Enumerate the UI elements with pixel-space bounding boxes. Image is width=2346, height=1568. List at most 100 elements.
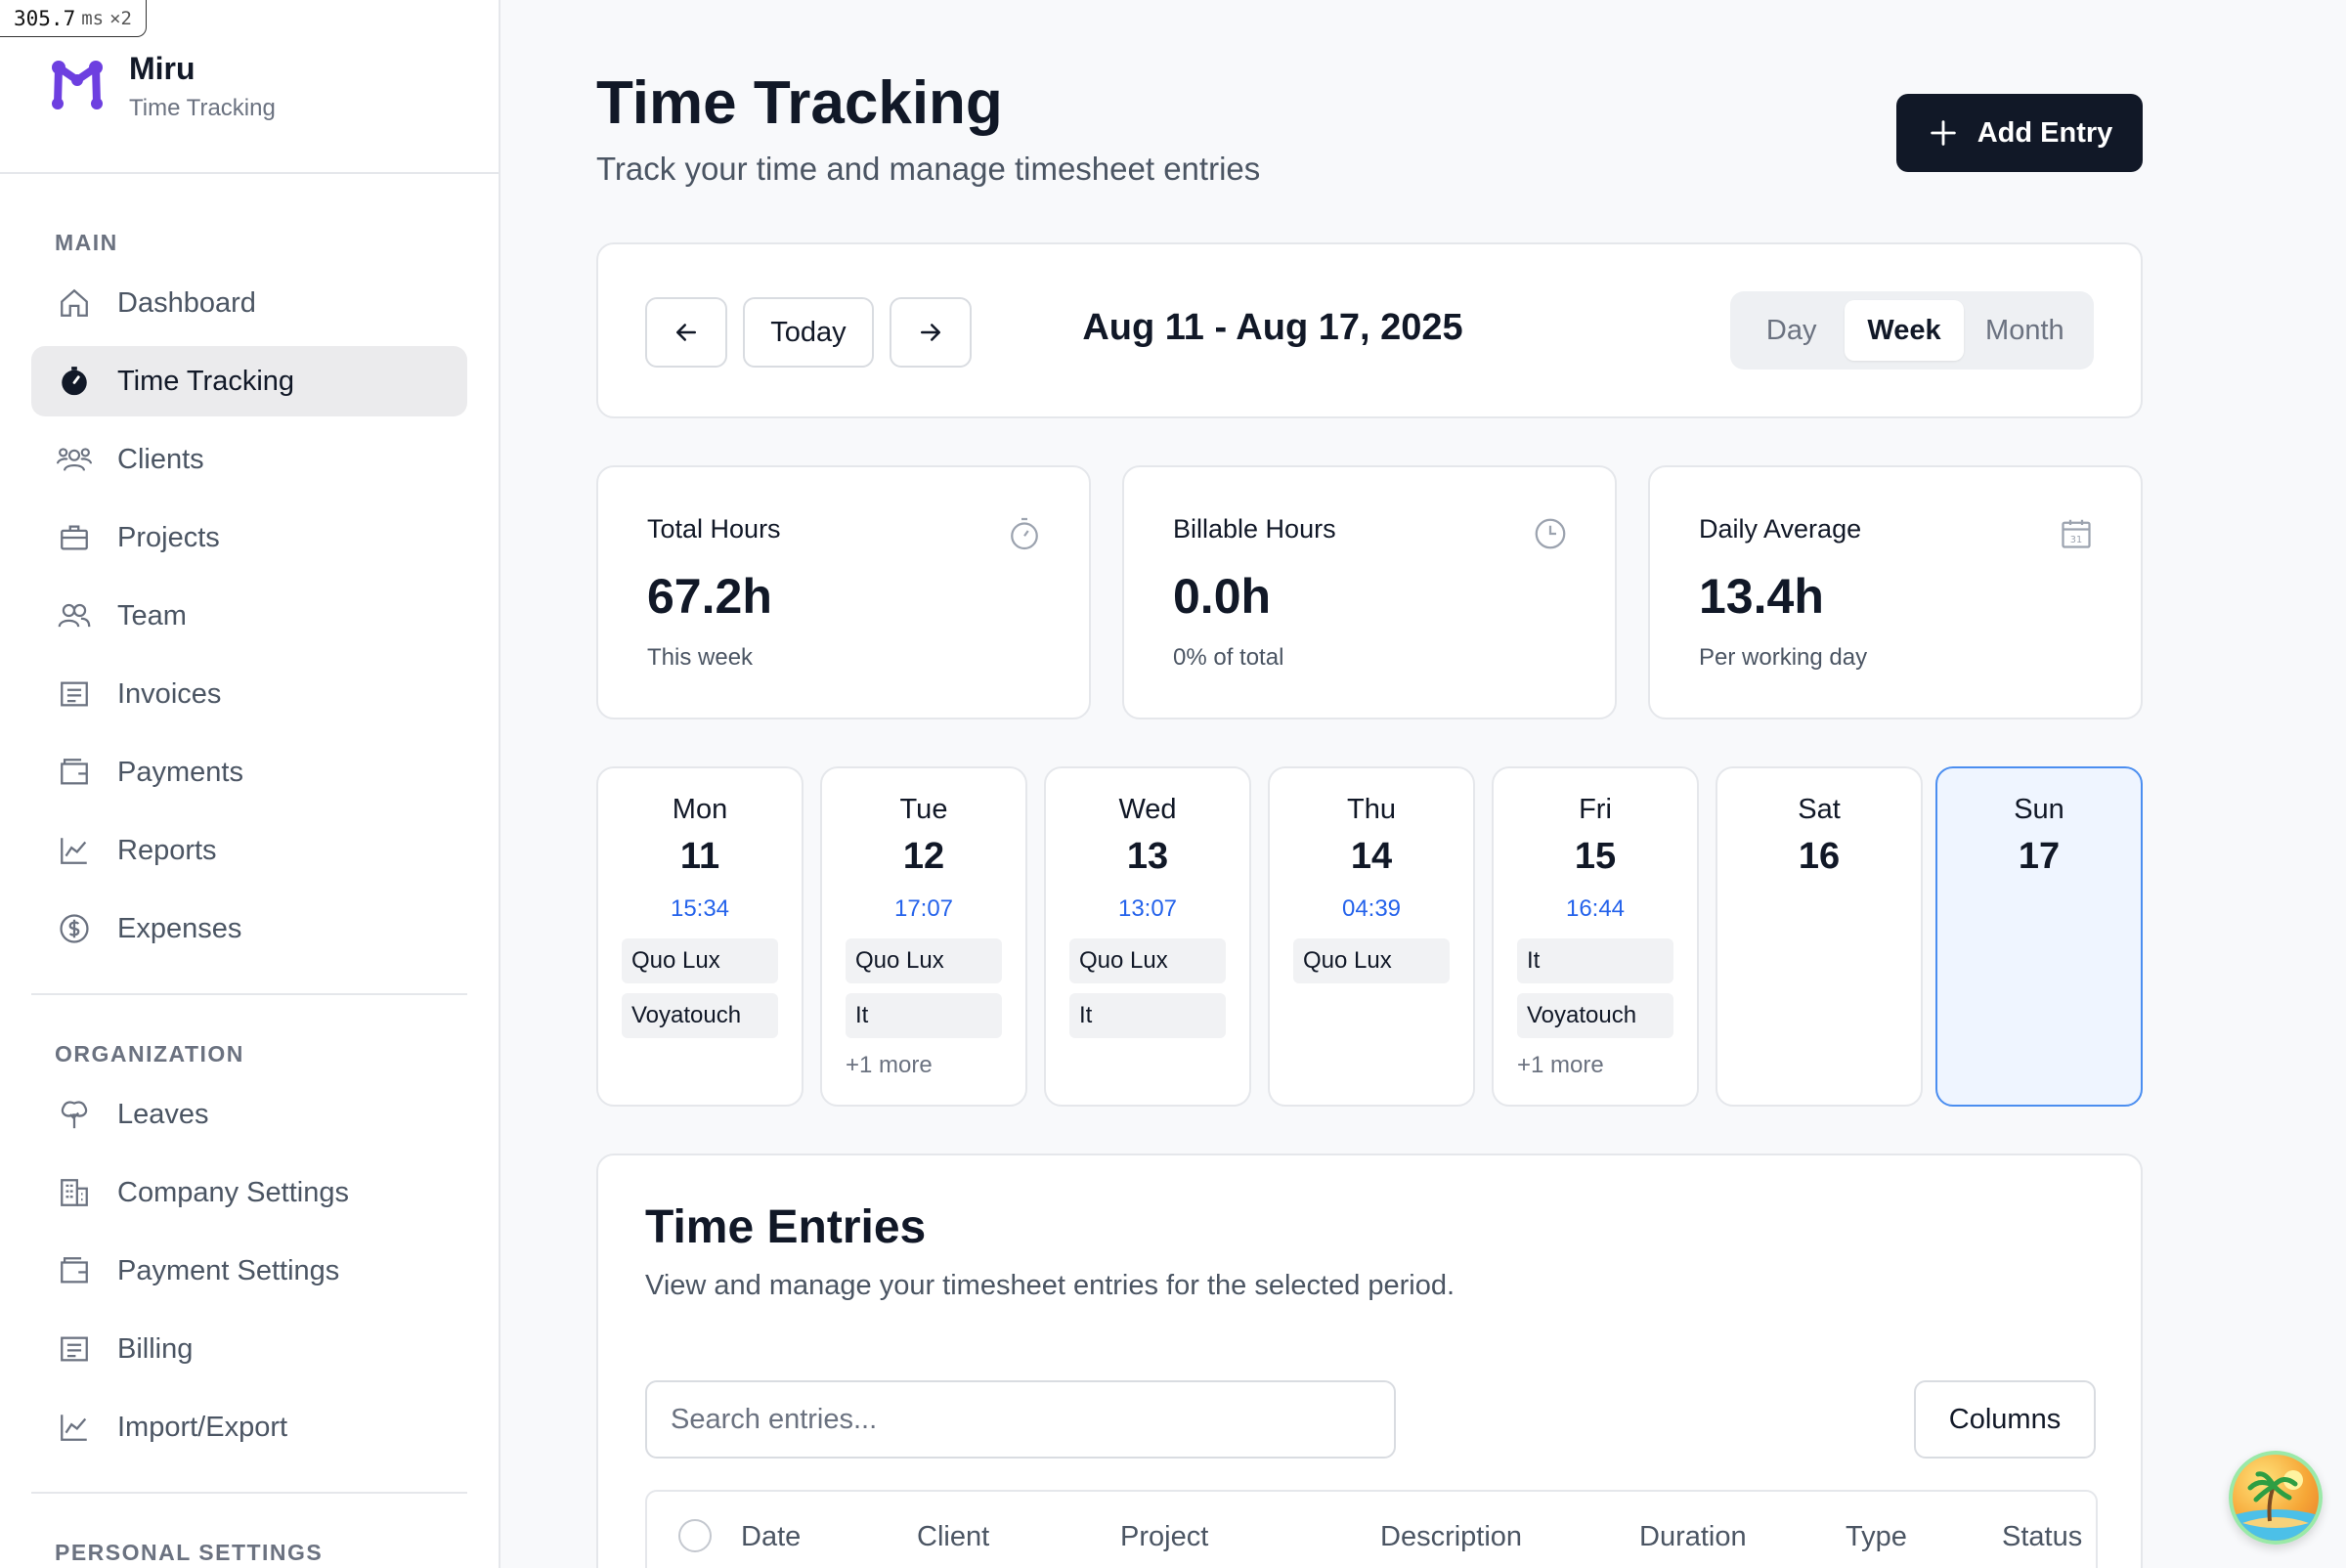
sidebar-divider [31, 993, 467, 995]
day-date: 15 [1574, 836, 1617, 877]
building-icon [55, 1173, 94, 1212]
stat-label: Billable Hours [1173, 514, 1336, 544]
brand-subtitle: Time Tracking [129, 94, 276, 121]
day-card-fri[interactable]: Fri 15 16:44 It Voyatouch +1 more [1492, 766, 1699, 1107]
clients-icon [55, 440, 94, 479]
column-header-description[interactable]: Description [1380, 1521, 1522, 1553]
sidebar-item-clients[interactable]: Clients [31, 424, 467, 495]
wallet-icon [55, 753, 94, 792]
column-header-date[interactable]: Date [741, 1521, 801, 1553]
add-entry-button[interactable]: Add Entry [1896, 94, 2143, 172]
day-name: Fri [1579, 794, 1612, 825]
day-entry-chip[interactable]: Quo Lux [1293, 938, 1450, 983]
user-avatar[interactable] [2229, 1451, 2323, 1545]
page-title: Time Tracking [596, 69, 1003, 137]
time-entries-card: Time Entries View and manage your timesh… [596, 1154, 2143, 1568]
sidebar-item-projects[interactable]: Projects [31, 502, 467, 573]
day-more-link[interactable]: +1 more [846, 1052, 1025, 1079]
day-total-time: 15:34 [670, 895, 730, 922]
sidebar-item-payments[interactable]: Payments [31, 737, 467, 807]
day-total-time: 17:07 [893, 895, 954, 922]
sidebar-item-leaves[interactable]: Leaves [31, 1079, 467, 1150]
stat-value: 13.4h [1699, 569, 1824, 624]
calendar-icon: 31 [2059, 516, 2094, 551]
day-card-tue[interactable]: Tue 12 17:07 Quo Lux It +1 more [820, 766, 1027, 1107]
day-more-link[interactable]: +1 more [1517, 1052, 1697, 1079]
entries-title: Time Entries [645, 1201, 927, 1253]
day-card-wed[interactable]: Wed 13 13:07 Quo Lux It [1044, 766, 1251, 1107]
day-card-sun[interactable]: Sun 17 [1935, 766, 2143, 1107]
chart-line-icon [55, 831, 94, 870]
day-entry-chip[interactable]: Quo Lux [1069, 938, 1226, 983]
tree-icon [55, 1095, 94, 1134]
day-entry-chip[interactable]: It [1069, 993, 1226, 1038]
sidebar-item-dashboard[interactable]: Dashboard [31, 268, 467, 338]
clock-icon [1533, 516, 1568, 551]
entries-table-header: Date Client Project Description Duration… [645, 1490, 2098, 1568]
brand-name: Miru [129, 50, 196, 86]
dollar-circle-icon [55, 909, 94, 948]
day-entry-chip[interactable]: Voyatouch [1517, 993, 1673, 1038]
day-name: Sat [1798, 794, 1841, 825]
sidebar-item-expenses[interactable]: Expenses [31, 893, 467, 964]
column-header-project[interactable]: Project [1120, 1521, 1208, 1553]
sidebar-item-payment-settings[interactable]: Payment Settings [31, 1236, 467, 1306]
view-day-tab[interactable]: Day [1738, 300, 1845, 361]
select-all-checkbox[interactable] [678, 1519, 712, 1552]
nav-heading-personal-settings: PERSONAL SETTINGS [55, 1540, 324, 1565]
view-toggle: Day Week Month [1730, 291, 2094, 370]
stat-note: 0% of total [1173, 644, 1284, 671]
column-header-status[interactable]: Status [2002, 1521, 2082, 1553]
stat-note: This week [647, 644, 754, 671]
sidebar-item-label: Team [117, 599, 187, 632]
day-entry-chip[interactable]: Voyatouch [622, 993, 778, 1038]
sidebar-item-import-export[interactable]: Import/Export [31, 1392, 467, 1462]
sidebar-item-label: Time Tracking [117, 365, 295, 397]
nav-heading-main: MAIN [55, 230, 118, 255]
day-name: Wed [1118, 794, 1177, 825]
sidebar-item-label: Company Settings [117, 1176, 349, 1208]
stat-card-daily-average: Daily Average 13.4h Per working day 31 [1648, 465, 2143, 719]
page-subtitle: Track your time and manage timesheet ent… [596, 151, 1261, 187]
day-total-time: 16:44 [1565, 895, 1626, 922]
day-date: 17 [2018, 836, 2061, 877]
sidebar: Miru Time Tracking MAIN Dashboard Time T… [0, 0, 500, 1568]
column-header-duration[interactable]: Duration [1639, 1521, 1747, 1553]
sidebar-divider [31, 1492, 467, 1494]
stat-note: Per working day [1699, 644, 1868, 671]
day-entry-chip[interactable]: Quo Lux [846, 938, 1002, 983]
day-entry-chip[interactable]: Quo Lux [622, 938, 778, 983]
nav-heading-organization: ORGANIZATION [55, 1041, 244, 1067]
svg-text:31: 31 [2070, 535, 2082, 545]
view-month-tab[interactable]: Month [1964, 300, 2086, 361]
sidebar-item-invoices[interactable]: Invoices [31, 659, 467, 729]
day-date: 12 [902, 836, 945, 877]
day-entry-chip[interactable]: It [1517, 938, 1673, 983]
sidebar-item-reports[interactable]: Reports [31, 815, 467, 886]
day-date: 13 [1126, 836, 1169, 877]
column-header-type[interactable]: Type [1846, 1521, 1907, 1553]
home-icon [55, 283, 94, 323]
day-date: 11 [679, 836, 720, 877]
sidebar-item-label: Leaves [117, 1098, 209, 1130]
day-name: Tue [899, 794, 948, 825]
team-icon [55, 596, 94, 635]
column-header-client[interactable]: Client [917, 1521, 989, 1553]
stat-card-total-hours: Total Hours 67.2h This week [596, 465, 1091, 719]
sidebar-item-label: Expenses [117, 912, 242, 944]
stat-label: Daily Average [1699, 514, 1862, 544]
day-entry-chip[interactable]: It [846, 993, 1002, 1038]
day-card-thu[interactable]: Thu 14 04:39 Quo Lux [1268, 766, 1475, 1107]
sidebar-item-time-tracking[interactable]: Time Tracking [31, 346, 467, 416]
sidebar-item-billing[interactable]: Billing [31, 1314, 467, 1384]
sidebar-item-label: Projects [117, 521, 220, 553]
day-card-mon[interactable]: Mon 11 15:34 Quo Lux Voyatouch [596, 766, 804, 1107]
entries-subtitle: View and manage your timesheet entries f… [645, 1270, 1455, 1301]
search-entries-input[interactable] [645, 1380, 1396, 1459]
day-date: 14 [1350, 836, 1393, 877]
day-card-sat[interactable]: Sat 16 [1716, 766, 1923, 1107]
sidebar-item-team[interactable]: Team [31, 581, 467, 651]
sidebar-item-company-settings[interactable]: Company Settings [31, 1157, 467, 1228]
columns-button[interactable]: Columns [1914, 1380, 2096, 1459]
view-week-tab[interactable]: Week [1845, 300, 1964, 361]
